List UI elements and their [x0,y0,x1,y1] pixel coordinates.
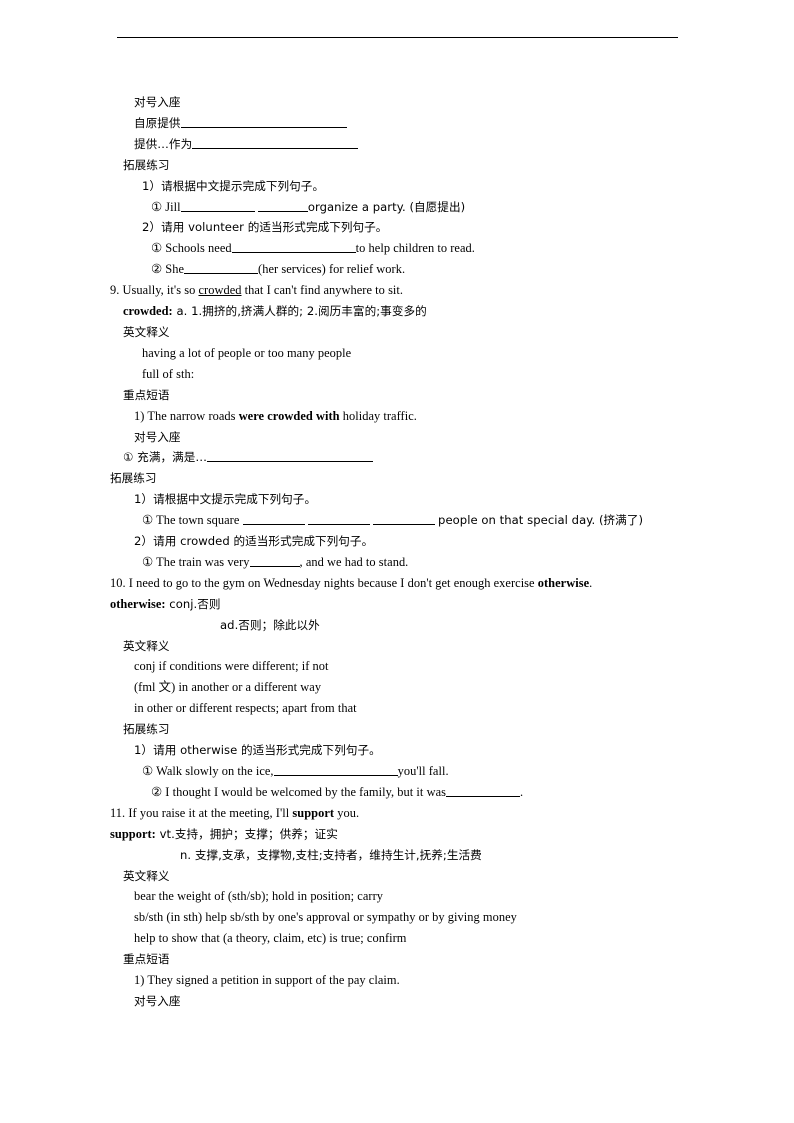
definition-line: (fml 文) in another or a different way [134,680,322,695]
exercise-text-tail: . [520,784,524,799]
list-item: 提供…作为 [110,134,710,155]
target-word: otherwise [537,575,590,590]
exercise-text-tail: people on that special day. (挤满了) [438,513,644,528]
fill-blank[interactable] [207,449,374,463]
exercise-prompt: 1）请用 otherwise 的适当形式完成下列句子。 [134,743,381,758]
definition-line: in other or different respects; apart fr… [134,701,357,716]
entry-support: support: vt.支持，拥护；支撑；供养；证实 [110,824,710,845]
item-label: ① 充满，满是… [123,450,208,465]
exercise-text: ① Jill [151,199,181,214]
section-heading-tuo-zhan-lian-xi: 拓展练习 [123,157,170,172]
fill-blank[interactable] [242,512,305,526]
definition-line: conj if conditions were different; if no… [134,659,329,674]
phrase-text-tail: holiday traffic. [339,408,417,423]
exercise-prompt: 1）请根据中文提示完成下列句子。 [134,492,317,507]
document-page: 对号入座 自原提供 提供…作为 拓展练习 1）请根据中文提示完成下列句子。 ① … [0,0,794,1123]
document-body: 对号入座 自原提供 提供…作为 拓展练习 1）请根据中文提示完成下列句子。 ① … [110,92,710,1012]
fill-blank[interactable] [231,240,356,254]
fill-blank[interactable] [192,136,359,149]
numbered-sentence-10: 10. I need to go to the gym on Wednesday… [110,573,710,594]
exercise-text-tail: (her services) for relief work. [258,262,406,277]
sentence-text: 11. If you raise it at the meeting, I'll [110,805,293,820]
phrase-bold: were crowded with [238,408,340,423]
sentence-text-tail: . [589,575,593,590]
definition-line: sb/sth (in sth) help sb/sth by one's app… [134,910,517,925]
numbered-sentence-9: 9. Usually, it's so crowded that I can't… [110,280,710,301]
exercise-text-tail: , and we had to stand. [299,554,409,569]
item-label: 提供…作为 [134,136,193,151]
definition-line: full of sth: [142,366,195,381]
exercise-text-tail: you'll fall. [397,764,449,778]
header-rule [117,37,678,38]
phrase-text: 1) The narrow roads [134,408,239,423]
fill-blank[interactable] [184,261,259,275]
list-item: ① 充满，满是… [110,447,710,468]
entry-otherwise: otherwise: conj.否则 [110,594,710,615]
fill-blank[interactable] [446,784,520,797]
headword: otherwise: [110,596,166,611]
entry-crowded: crowded: a. 1.拥挤的,挤满人群的; 2.阅历丰富的;事变多的 [110,301,710,322]
sentence-text: 9. Usually, it's so [110,283,199,298]
exercise-prompt: 1）请根据中文提示完成下列句子。 [142,178,325,193]
fill-blank[interactable] [249,554,300,567]
fill-blank[interactable] [257,199,308,212]
exercise-item: ① Schools need to help children to read. [110,238,710,259]
headword-definition: conj.否则 [165,596,221,611]
sentence-text-tail: you. [334,805,360,820]
headword-definition-secondary: ad.否则；除此以外 [220,617,320,632]
exercise-item: ② She (her services) for relief work. [110,259,710,280]
section-heading-ying-wen-shi-yi: 英文释义 [123,638,170,653]
phrase-example: 1) The narrow roads were crowded with ho… [110,406,710,427]
section-heading-dui-hao-ru-zuo: 对号入座 [134,95,181,109]
headword: support: [110,826,156,841]
section-heading-dui-hao-ru-zuo: 对号入座 [134,993,181,1008]
sentence-text: 10. I need to go to the gym on Wednesday… [110,575,538,590]
target-word: support [292,805,335,820]
exercise-text-tail: organize a party. (自愿提出) [307,199,466,214]
definition-line: bear the weight of (sth/sb); hold in pos… [134,889,383,904]
phrase-example: 1) They signed a petition in support of … [134,973,400,988]
sentence-text-tail: that I can't find anywhere to sit. [241,283,404,298]
exercise-text: ① The town square [142,513,240,528]
fill-blank[interactable] [180,199,255,212]
exercise-prompt: 2）请用 crowded 的适当形式完成下列句子。 [134,534,374,549]
exercise-text: ② She [151,262,185,277]
fill-blank[interactable] [307,512,370,526]
section-heading-dui-hao-ru-zuo: 对号入座 [134,429,181,444]
definition-line: help to show that (a theory, claim, etc)… [134,931,407,946]
numbered-sentence-11: 11. If you raise it at the meeting, I'll… [110,803,710,824]
exercise-text: ① Walk slowly on the ice, [142,764,274,778]
section-heading-tuo-zhan-lian-xi: 拓展练习 [123,722,170,737]
headword-definition-secondary: n. 支撑,支承，支撑物,支柱;支持者，维持生计,抚养;生活费 [180,847,482,862]
exercise-item: ① The town square people on that special… [110,510,710,531]
section-heading-ying-wen-shi-yi: 英文释义 [123,868,170,883]
fill-blank[interactable] [273,763,398,776]
headword-definition: a. 1.拥挤的,挤满人群的; 2.阅历丰富的;事变多的 [172,304,427,319]
fill-blank[interactable] [372,512,435,526]
section-heading-ying-wen-shi-yi: 英文释义 [123,324,170,339]
list-item: 自原提供 [110,113,710,134]
section-heading-zhong-dian-duan-yu: 重点短语 [123,952,170,967]
exercise-text: ② I thought I would be welcomed by the f… [151,784,446,799]
exercise-item: ① Walk slowly on the ice, you'll fall. [110,761,710,782]
headword-definition: vt.支持，拥护；支撑；供养；证实 [155,826,338,841]
exercise-item: ① Jill organize a party. (自愿提出) [110,197,710,218]
headword: crowded: [123,304,173,319]
fill-blank[interactable] [180,115,347,128]
section-heading-zhong-dian-duan-yu: 重点短语 [123,387,170,402]
exercise-text: ① The train was very [142,554,250,569]
exercise-text: ① Schools need [151,241,232,256]
section-heading-tuo-zhan-lian-xi: 拓展练习 [110,471,157,486]
exercise-item: ② I thought I would be welcomed by the f… [110,782,710,803]
exercise-text-tail: to help children to read. [355,241,475,256]
exercise-item: ① The train was very , and we had to stan… [110,552,710,573]
target-word: crowded [198,283,242,298]
definition-line: having a lot of people or too many peopl… [142,345,352,360]
exercise-prompt: 2）请用 volunteer 的适当形式完成下列句子。 [142,220,388,235]
item-label: 自原提供 [134,115,181,130]
